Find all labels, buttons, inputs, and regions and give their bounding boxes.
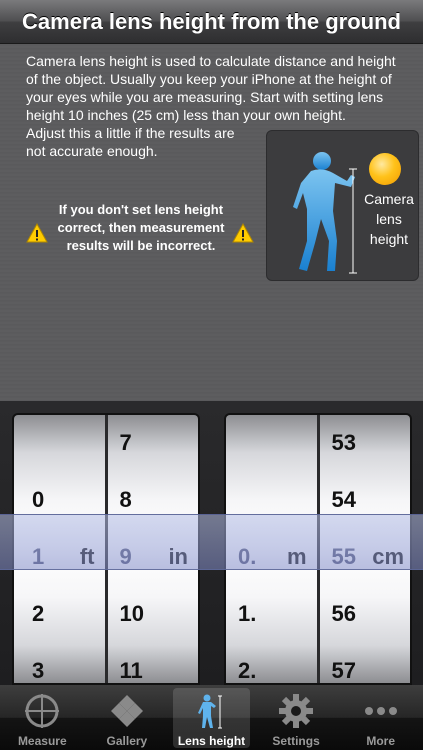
tab-settings[interactable]: Settings [254,685,339,750]
meters-wheel[interactable]: 0. m 1. 2. [226,415,320,683]
picker-value: 0 [32,487,45,512]
description-text: Camera lens height is used to calculate … [26,53,396,123]
height-picker-area: 0 1 ft 2 3 7 8 9 in 10 11 0. m 1. 2. 53 … [0,401,423,685]
picker-value: 2 [32,601,45,626]
warning-icon [232,223,254,243]
adjust-text: Adjust this a little if the results are … [26,125,235,159]
tab-label: Settings [272,734,320,748]
warning-box: If you don't set lens height correct, th… [26,199,256,269]
centimeters-unit: cm [372,544,404,569]
picker-value: 54 [331,487,356,512]
feet-wheel[interactable]: 0 1 ft 2 3 [14,415,108,683]
tab-lens-height[interactable]: Lens height [169,685,254,750]
tab-label: Gallery [106,734,148,748]
picker-value: 11 [119,658,143,683]
crosshair-icon [25,694,60,728]
picker-value-selected: 9 [119,544,132,569]
picker-value: 57 [331,658,356,683]
picker-value-selected: 1 [32,544,45,569]
feet-unit: ft [79,544,95,569]
warning-icon [26,223,48,243]
sun-icon [369,153,401,185]
title-bar: Camera lens height from the ground [0,0,423,44]
centimeters-wheel[interactable]: 53 54 55 cm 56 57 [319,415,410,683]
lens-height-icon [198,694,223,729]
gallery-icon [110,695,143,727]
figure-label: Camera lens height [364,191,414,247]
imperial-picker[interactable]: 0 1 ft 2 3 7 8 9 in 10 11 [12,413,200,685]
tab-gallery[interactable]: Gallery [85,685,170,750]
picker-value: 56 [331,601,356,626]
gear-icon [279,694,314,728]
tab-label: Lens height [177,734,246,748]
picker-value: 7 [119,430,132,455]
meters-unit: m [286,544,307,569]
tab-label: Measure [17,734,67,748]
more-icon [364,707,397,715]
picker-value-selected: 0. [238,544,257,569]
tab-measure[interactable]: Measure [0,685,85,750]
picker-value: 2. [238,658,257,683]
tab-label: More [366,734,395,748]
tab-bar: Measure Gallery Lens height Settings Mor… [0,685,423,750]
page-title: Camera lens height from the ground [22,8,401,34]
info-panel: Camera lens height is used to calculate … [0,44,423,401]
picker-value: 3 [32,658,45,683]
picker-value-selected: 55 [331,544,356,569]
picker-value: 1. [238,601,257,626]
inches-wheel[interactable]: 7 8 9 in 10 11 [107,415,198,683]
warning-text: If you don't set lens height correct, th… [57,202,225,253]
tab-more[interactable]: More [338,685,423,750]
lens-height-illustration: Camera lens height [266,130,419,281]
picker-value: 10 [119,601,144,626]
inches-unit: in [168,544,188,569]
metric-picker[interactable]: 0. m 1. 2. 53 54 55 cm 56 57 [224,413,412,685]
picker-value: 53 [331,430,356,455]
picker-value: 8 [119,487,132,512]
